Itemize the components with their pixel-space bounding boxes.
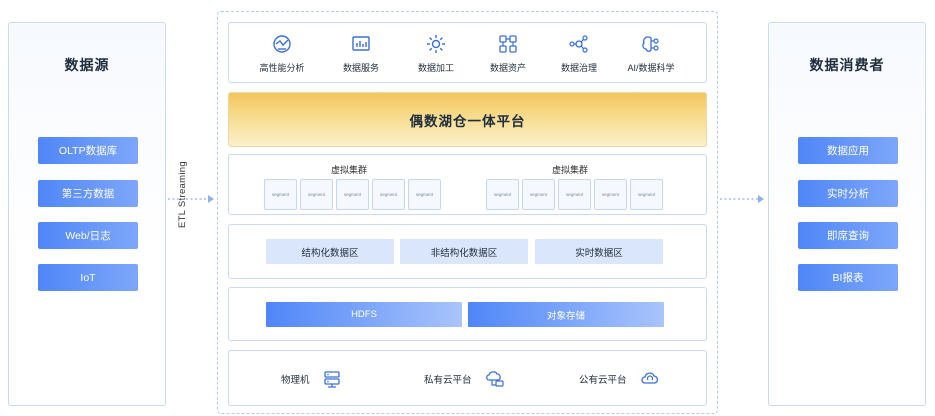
zone-realtime[interactable]: 实时数据区 bbox=[535, 239, 663, 264]
service-data-service-label: 数据服务 bbox=[342, 63, 379, 73]
service-data-service[interactable]: 数据服务 bbox=[321, 33, 401, 74]
gear-icon bbox=[427, 35, 445, 53]
private-cloud-icon bbox=[485, 371, 504, 387]
service-processing-label: 数据加工 bbox=[417, 63, 454, 73]
data-sources-panel: 数据源 OLTP数据库 第三方数据 Web/日志 IoT bbox=[8, 22, 166, 406]
segment-box[interactable]: segment bbox=[336, 179, 369, 210]
segment-box[interactable]: segment bbox=[558, 179, 591, 210]
clusters-layer: 虚拟集群 segment segment segment segment seg… bbox=[228, 154, 707, 215]
chart-board-icon bbox=[352, 36, 370, 51]
analytics-icon bbox=[273, 35, 291, 53]
source-third-party[interactable]: 第三方数据 bbox=[38, 180, 138, 207]
data-zones-layer: 结构化数据区 非结构化数据区 实时数据区 bbox=[228, 224, 707, 279]
infra-physical[interactable]: 物理机 bbox=[281, 369, 342, 389]
services-layer: 高性能分析 数据服务 数据加工 数据资产 数据治理 AI/数据科学 bbox=[228, 22, 707, 83]
output-arrow bbox=[720, 195, 764, 203]
infra-private-cloud[interactable]: 私有云平台 bbox=[424, 369, 506, 389]
consumer-realtime-analytics[interactable]: 实时分析 bbox=[798, 180, 898, 207]
storage-layer: HDFS 对象存储 bbox=[228, 287, 707, 341]
service-analytics-label: 高性能分析 bbox=[259, 63, 305, 73]
source-web-log[interactable]: Web/日志 bbox=[38, 222, 138, 249]
infrastructure-layer: 物理机 私有云平台 公有云平台 bbox=[228, 350, 707, 406]
zone-unstructured[interactable]: 非结构化数据区 bbox=[400, 239, 528, 264]
consumer-data-apps[interactable]: 数据应用 bbox=[798, 137, 898, 164]
segment-box[interactable]: segment bbox=[408, 179, 441, 210]
consumer-adhoc-query[interactable]: 即席查询 bbox=[798, 222, 898, 249]
consumer-bi-reports[interactable]: BI报表 bbox=[798, 264, 898, 291]
public-cloud-icon bbox=[640, 372, 658, 384]
cluster-title: 虚拟集群 bbox=[552, 165, 589, 175]
zone-structured[interactable]: 结构化数据区 bbox=[266, 239, 394, 264]
segment-box[interactable]: segment bbox=[372, 179, 405, 210]
infra-public-cloud-label: 公有云平台 bbox=[579, 375, 627, 386]
server-icon bbox=[323, 371, 340, 388]
storage-hdfs[interactable]: HDFS bbox=[266, 302, 462, 327]
data-consumers-panel: 数据消费者 数据应用 实时分析 即席查询 BI报表 bbox=[768, 22, 926, 406]
source-iot[interactable]: IoT bbox=[38, 264, 138, 291]
service-ai-label: AI/数据科学 bbox=[627, 63, 675, 73]
segment-box[interactable]: segment bbox=[630, 179, 663, 210]
service-assets-label: 数据资产 bbox=[489, 63, 526, 73]
infra-private-cloud-label: 私有云平台 bbox=[424, 375, 472, 386]
segment-box[interactable]: segment bbox=[486, 179, 519, 210]
lakehouse-platform: 高性能分析 数据服务 数据加工 数据资产 数据治理 AI/数据科学 偶数湖仓一体… bbox=[217, 11, 718, 414]
source-oltp[interactable]: OLTP数据库 bbox=[38, 137, 138, 164]
service-ai[interactable]: AI/数据科学 bbox=[611, 33, 691, 74]
segment-box[interactable]: segment bbox=[594, 179, 627, 210]
cluster-title: 虚拟集群 bbox=[331, 165, 368, 175]
infra-public-cloud[interactable]: 公有云平台 bbox=[579, 369, 661, 389]
service-processing[interactable]: 数据加工 bbox=[396, 33, 476, 74]
core-platform-banner: 偶数湖仓一体平台 bbox=[228, 92, 707, 147]
etl-arrow bbox=[168, 195, 214, 203]
data-consumers-title: 数据消费者 bbox=[809, 57, 885, 73]
service-governance-label: 数据治理 bbox=[560, 63, 597, 73]
assets-icon bbox=[499, 35, 517, 53]
segment-box[interactable]: segment bbox=[300, 179, 333, 210]
segment-box[interactable]: segment bbox=[522, 179, 555, 210]
storage-object[interactable]: 对象存储 bbox=[468, 302, 664, 327]
service-analytics[interactable]: 高性能分析 bbox=[242, 33, 322, 74]
service-governance[interactable]: 数据治理 bbox=[539, 33, 619, 74]
network-icon bbox=[569, 35, 588, 53]
service-assets[interactable]: 数据资产 bbox=[468, 33, 548, 74]
ai-brain-icon bbox=[642, 36, 659, 52]
data-sources-title: 数据源 bbox=[64, 57, 110, 73]
segment-box[interactable]: segment bbox=[264, 179, 297, 210]
infra-physical-label: 物理机 bbox=[281, 375, 310, 386]
